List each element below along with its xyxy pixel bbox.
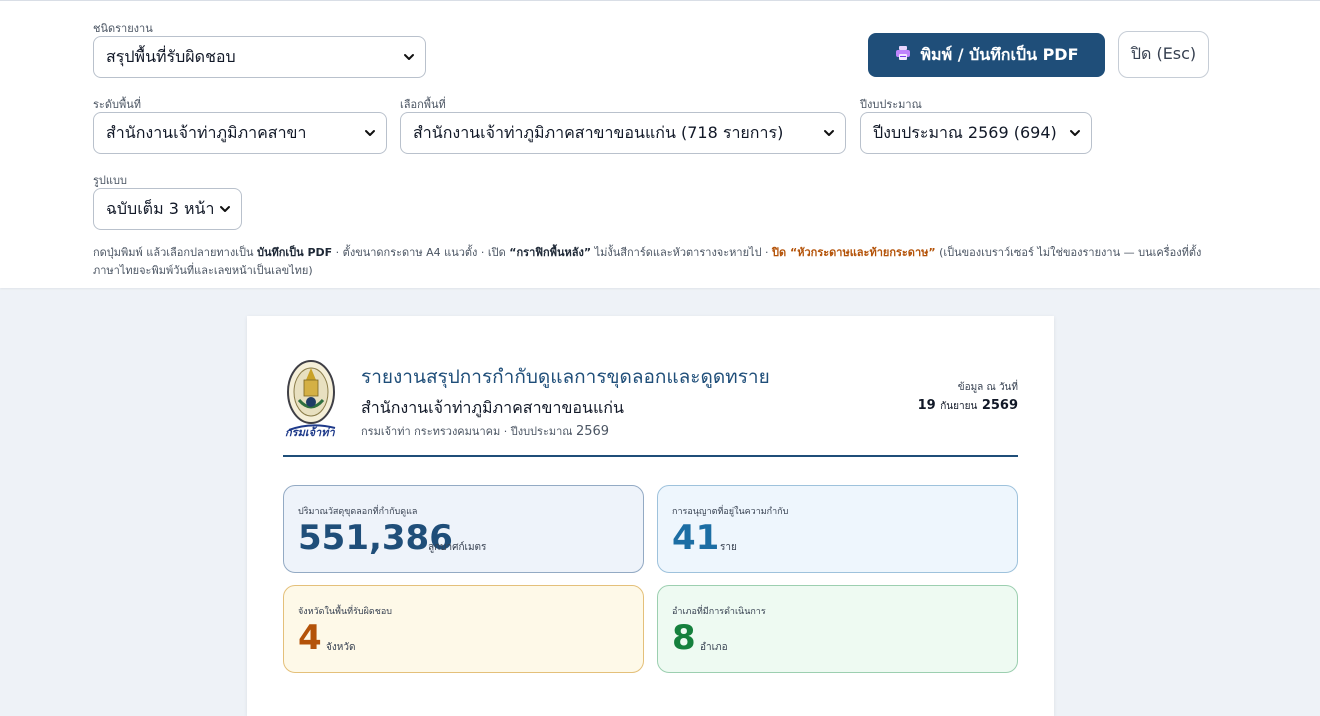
- hint-save-pdf: บันทึกเป็น PDF: [256, 246, 333, 259]
- format-label: รูปแบบ: [93, 174, 127, 187]
- stat-value: 8: [672, 618, 696, 658]
- fiscal-year-select[interactable]: ปีงบประมาณ 2569 (694): [860, 112, 1092, 154]
- stat-label: ปริมาณวัสดุขุดลอกที่กำกับดูแล: [298, 507, 418, 517]
- printer-icon: [894, 44, 912, 66]
- hint-text: ไม่งั้นสีการ์ดและหัวตารางจะหายไป ·: [591, 246, 773, 259]
- print-pdf-label: พิมพ์ / บันทึกเป็น PDF: [920, 44, 1079, 64]
- hint-close-header-footer: ปิด “หัวกระดาษและท้ายกระดาษ”: [772, 246, 936, 259]
- area-level-value: สำนักงานเจ้าท่าภูมิภาคสาขา: [106, 122, 307, 142]
- hint-text: · ตั้งขนาดกระดาษ A4 แนวตั้ง · เปิด: [332, 246, 510, 259]
- stat-unit: ราย: [720, 542, 737, 553]
- stat-card-districts: อำเภอที่มีการดำเนินการ 8 อำเภอ: [657, 585, 1018, 673]
- report-meta: กรมเจ้าท่า กระทรวงคมนาคม · ปีงบประมาณ 25…: [361, 422, 609, 440]
- stat-label: อำเภอที่มีการดำเนินการ: [672, 607, 766, 617]
- area-level-select[interactable]: สำนักงานเจ้าท่าภูมิภาคสาขา: [93, 112, 387, 154]
- stat-card-permits: การอนุญาตที่อยู่ในความกำกับ 41 ราย: [657, 485, 1018, 573]
- stat-unit: จังหวัด: [326, 642, 356, 653]
- close-button[interactable]: ปิด (Esc): [1118, 31, 1209, 78]
- report-type-label: ชนิดรายงาน: [93, 22, 153, 35]
- area-value: สำนักงานเจ้าท่าภูมิภาคสาขาขอนแก่น (718 ร…: [413, 122, 784, 142]
- as-of-label: ข้อมูล ณ วันที่: [957, 382, 1018, 393]
- stat-label: การอนุญาตที่อยู่ในความกำกับ: [672, 507, 789, 517]
- fiscal-year-label: ปีงบประมาณ: [860, 98, 922, 111]
- chevron-down-icon: [403, 51, 415, 63]
- print-instructions: กดปุ่มพิมพ์ แล้วเลือกปลายทางเป็น บันทึกเ…: [93, 244, 1203, 280]
- report-page: กรมเจ้าท่า รายงานสรุปการกำกับดูแลการขุดล…: [247, 316, 1054, 716]
- report-meta-text: กรมเจ้าท่า กระทรวงคมนาคม · ปีงบประมาณ: [361, 425, 576, 438]
- chevron-down-icon: [1069, 127, 1081, 139]
- as-of-date: 19 กันยายน 2569: [918, 398, 1018, 414]
- stat-value: 41: [672, 518, 720, 558]
- stat-label: จังหวัดในพื้นที่รับผิดชอบ: [298, 607, 392, 617]
- format-select[interactable]: ฉบับเต็ม 3 หน้า: [93, 188, 242, 230]
- seal-lettering: กรมเจ้าท่า: [285, 426, 335, 438]
- report-title: รายงานสรุปการกำกับดูแลการขุดลอกและดูดทรา…: [361, 366, 770, 388]
- as-of-day: 19: [917, 398, 936, 413]
- fiscal-year-value: ปีงบประมาณ 2569 (694): [873, 122, 1057, 142]
- report-type-value: สรุปพื้นที่รับผิดชอบ: [106, 46, 236, 66]
- report-organization: สำนักงานเจ้าท่าภูมิภาคสาขาขอนแก่น: [361, 398, 624, 417]
- chevron-down-icon: [219, 203, 231, 215]
- chevron-down-icon: [364, 127, 376, 139]
- stat-card-provinces: จังหวัดในพื้นที่รับผิดชอบ 4 จังหวัด: [283, 585, 644, 673]
- print-toolbar: ชนิดรายงาน สรุปพื้นที่รับผิดชอบ พิมพ์ / …: [0, 0, 1320, 288]
- department-seal-logo: กรมเจ้าท่า: [283, 356, 341, 439]
- as-of-year: 2569: [981, 398, 1018, 413]
- as-of-month: กันยายน: [940, 401, 978, 412]
- area-label: เลือกพื้นที่: [400, 98, 446, 111]
- print-pdf-button[interactable]: พิมพ์ / บันทึกเป็น PDF: [868, 33, 1105, 77]
- stat-value: 4: [298, 618, 322, 658]
- chevron-down-icon: [823, 127, 835, 139]
- format-value: ฉบับเต็ม 3 หน้า: [106, 198, 215, 218]
- hint-background-graphics: “กราฟิกพื้นหลัง”: [509, 246, 592, 259]
- report-type-select[interactable]: สรุปพื้นที่รับผิดชอบ: [93, 36, 426, 78]
- area-level-label: ระดับพื้นที่: [93, 98, 141, 111]
- report-meta-year: 2569: [575, 424, 610, 439]
- hint-text: กดปุ่มพิมพ์ แล้วเลือกปลายทางเป็น: [93, 246, 257, 259]
- area-select[interactable]: สำนักงานเจ้าท่าภูมิภาคสาขาขอนแก่น (718 ร…: [400, 112, 846, 154]
- stat-unit: อำเภอ: [700, 642, 728, 653]
- stat-unit: ลูกบาศก์เมตร: [428, 542, 487, 553]
- header-divider: [283, 455, 1018, 457]
- stat-card-dredged-volume: ปริมาณวัสดุขุดลอกที่กำกับดูแล 551,386 ลู…: [283, 485, 644, 573]
